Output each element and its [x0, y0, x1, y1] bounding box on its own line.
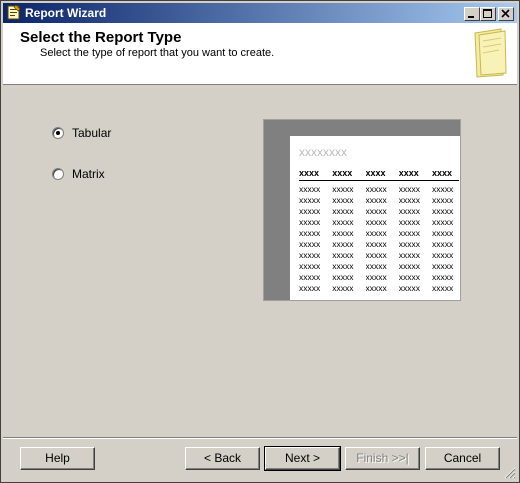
window-title: Report Wizard	[25, 6, 107, 20]
preview-data-cell: xxxxx	[432, 272, 454, 282]
preview-header-cell: xxxx	[332, 168, 353, 178]
preview-data-cell: xxxxx	[299, 228, 321, 238]
preview-data-cell: xxxxx	[398, 228, 420, 238]
preview-data-cell: xxxxx	[398, 272, 420, 282]
preview-data-row: xxxxx xxxxx xxxxx xxxxx xxxxx	[299, 228, 459, 239]
preview-data-cell: xxxxx	[332, 217, 354, 227]
preview-data-cell: xxxxx	[332, 228, 354, 238]
preview-data-cell: xxxxx	[299, 283, 321, 293]
report-preview: xxxxxxxx xxxx xxxx xxxx xxxx xxxx xxxxx x…	[263, 119, 461, 301]
preview-data-cell: xxxxx	[332, 184, 354, 194]
preview-data-row: xxxxx xxxxx xxxxx xxxxx xxxxx	[299, 261, 459, 272]
preview-data-cell: xxxxx	[332, 206, 354, 216]
preview-data-cell: xxxxx	[432, 261, 454, 271]
preview-data-cell: xxxxx	[299, 217, 321, 227]
preview-data-cell: xxxxx	[398, 239, 420, 249]
preview-data-cell: xxxxx	[365, 206, 387, 216]
report-type-option-tabular[interactable]: Tabular	[52, 125, 111, 141]
resize-grip-icon[interactable]	[504, 467, 516, 479]
page-subtitle: Select the type of report that you want …	[40, 47, 275, 59]
tabular-radio[interactable]	[52, 127, 64, 139]
preview-data-cell: xxxxx	[332, 283, 354, 293]
close-icon	[501, 9, 510, 18]
footer-divider	[3, 437, 517, 439]
maximize-button[interactable]	[480, 7, 496, 21]
preview-header-cell: xxxx	[299, 168, 320, 178]
preview-data-cell: xxxxx	[432, 228, 454, 238]
preview-data-cell: xxxxx	[299, 272, 321, 282]
preview-data-cell: xxxxx	[365, 217, 387, 227]
matrix-label[interactable]: Matrix	[72, 167, 105, 181]
preview-data-row: xxxxx xxxxx xxxxx xxxxx xxxxx	[299, 206, 459, 217]
next-button[interactable]: Next >	[264, 446, 341, 471]
finish-button: Finish >>|	[345, 447, 420, 470]
maximize-icon	[483, 9, 492, 18]
minimize-icon	[468, 16, 474, 18]
page-title: Select the Report Type	[20, 29, 182, 46]
preview-data-row: xxxxx xxxxx xxxxx xxxxx xxxxx	[299, 283, 459, 294]
preview-data-row: xxxxx xxxxx xxxxx xxxxx xxxxx	[299, 272, 459, 283]
preview-data-cell: xxxxx	[432, 283, 454, 293]
preview-data-row: xxxxx xxxxx xxxxx xxxxx xxxxx	[299, 184, 459, 195]
tabular-label[interactable]: Tabular	[72, 126, 111, 140]
title-bar[interactable]: Report Wizard	[3, 3, 517, 23]
preview-data-cell: xxxxx	[432, 250, 454, 260]
preview-data-cell: xxxxx	[299, 206, 321, 216]
preview-data-cell: xxxxx	[299, 184, 321, 194]
preview-data-cell: xxxxx	[398, 283, 420, 293]
preview-title-placeholder: xxxxxxxx	[299, 145, 347, 159]
preview-data-cell: xxxxx	[299, 261, 321, 271]
preview-table: xxxx xxxx xxxx xxxx xxxx xxxxx xxxxx xxxxx…	[299, 168, 459, 294]
preview-data-cell: xxxxx	[332, 261, 354, 271]
preview-data-cell: xxxxx	[398, 206, 420, 216]
preview-data-cell: xxxxx	[365, 195, 387, 205]
preview-data-cell: xxxxx	[299, 250, 321, 260]
preview-data-cell: xxxxx	[299, 195, 321, 205]
preview-data-row: xxxxx xxxxx xxxxx xxxxx xxxxx	[299, 195, 459, 206]
preview-data-row: xxxxx xxxxx xxxxx xxxxx xxxxx	[299, 217, 459, 228]
preview-data-cell: xxxxx	[365, 184, 387, 194]
preview-data-cell: xxxxx	[332, 272, 354, 282]
report-wizard-icon	[7, 5, 21, 20]
preview-data-cell: xxxxx	[398, 261, 420, 271]
preview-data-cell: xxxxx	[332, 195, 354, 205]
close-button[interactable]	[498, 7, 514, 21]
preview-data-cell: xxxxx	[365, 250, 387, 260]
preview-header-row: xxxx xxxx xxxx xxxx xxxx	[299, 168, 459, 181]
preview-data-cell: xxxxx	[398, 184, 420, 194]
preview-data-cell: xxxxx	[365, 228, 387, 238]
preview-header-cell: xxxx	[365, 168, 386, 178]
preview-data-cell: xxxxx	[398, 217, 420, 227]
preview-data-cell: xxxxx	[365, 261, 387, 271]
preview-data-cell: xxxxx	[332, 250, 354, 260]
preview-data-cell: xxxxx	[432, 217, 454, 227]
matrix-radio[interactable]	[52, 168, 64, 180]
help-button[interactable]: Help	[20, 447, 95, 470]
preview-data-cell: xxxxx	[299, 239, 321, 249]
report-wizard-window: Report Wizard Select the Report Type Sel…	[0, 0, 520, 483]
preview-data-cell: xxxxx	[398, 250, 420, 260]
preview-data-row: xxxxx xxxxx xxxxx xxxxx xxxxx	[299, 239, 459, 250]
preview-data-cell: xxxxx	[432, 195, 454, 205]
preview-data-cell: xxxxx	[365, 283, 387, 293]
preview-data-cell: xxxxx	[432, 184, 454, 194]
preview-data-cell: xxxxx	[365, 239, 387, 249]
report-document-icon	[474, 28, 507, 78]
back-button[interactable]: < Back	[185, 447, 260, 470]
preview-data-cell: xxxxx	[398, 195, 420, 205]
report-type-option-matrix[interactable]: Matrix	[52, 166, 105, 182]
preview-header-cell: xxxx	[432, 168, 453, 178]
wizard-header: Select the Report Type Select the type o…	[3, 23, 517, 85]
minimize-button[interactable]	[464, 7, 480, 21]
preview-data-cell: xxxxx	[432, 206, 454, 216]
preview-data-row: xxxxx xxxxx xxxxx xxxxx xxxxx	[299, 250, 459, 261]
preview-header-cell: xxxx	[398, 168, 419, 178]
preview-data-cell: xxxxx	[432, 239, 454, 249]
cancel-button[interactable]: Cancel	[425, 447, 500, 470]
preview-data-cell: xxxxx	[332, 239, 354, 249]
preview-data-cell: xxxxx	[365, 272, 387, 282]
preview-page: xxxxxxxx xxxx xxxx xxxx xxxx xxxx xxxxx x…	[290, 136, 460, 300]
